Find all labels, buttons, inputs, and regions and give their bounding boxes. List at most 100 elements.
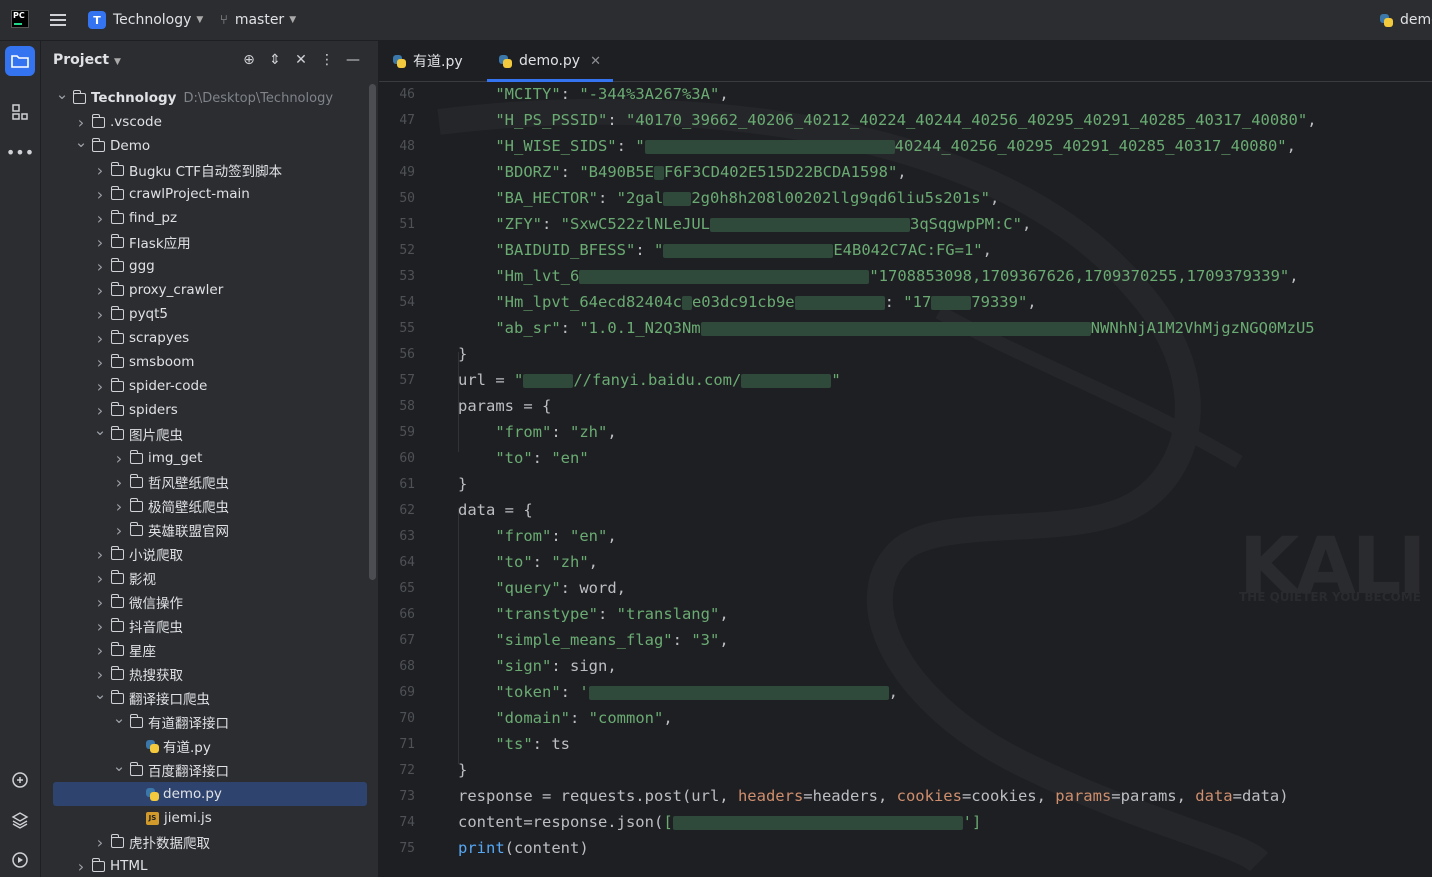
python-packages-icon[interactable] xyxy=(5,805,35,835)
chevron-down-icon[interactable]: ⌄ xyxy=(111,757,127,775)
python-console-icon[interactable] xyxy=(5,765,35,795)
chevron-right-icon[interactable]: › xyxy=(92,545,108,564)
hide-icon[interactable]: — xyxy=(340,52,366,68)
tree-folder-item[interactable]: ⌄ 有道翻译接口 xyxy=(41,709,378,734)
tree-folder-item[interactable]: › 影视 xyxy=(41,566,378,590)
code-line[interactable]: "ab_sr": "1.0.1_N2Q3Nm NWNhNjA1M2VhMjgzNG… xyxy=(458,319,1314,337)
tree-folder-item[interactable]: › ggg xyxy=(41,254,378,278)
chevron-right-icon[interactable]: › xyxy=(111,473,127,492)
chevron-right-icon[interactable]: › xyxy=(92,257,108,276)
chevron-down-icon[interactable]: ⌄ xyxy=(73,133,89,151)
chevron-right-icon[interactable]: › xyxy=(92,569,108,588)
expand-collapse-icon[interactable]: ⇕ xyxy=(262,52,288,68)
tree-folder-item[interactable]: › img_get xyxy=(41,446,378,470)
locate-file-icon[interactable]: ⊕ xyxy=(236,52,262,68)
code-line[interactable]: "Hm_lpvt_64ecd82404c e03dc91cb9e: "17 7933… xyxy=(458,293,1036,311)
code-line[interactable]: "to": "en" xyxy=(458,449,588,467)
tree-file-item[interactable]: demo.py xyxy=(53,782,367,806)
code-line[interactable]: params = { xyxy=(458,397,551,415)
tree-folder-item[interactable]: › 微信操作 xyxy=(41,590,378,614)
tab-demo-py[interactable]: demo.py ✕ xyxy=(487,41,613,82)
options-icon[interactable]: ⋮ xyxy=(314,52,340,68)
code-line[interactable]: "BAIDUID_BFESS": " E4B042C7AC:FG=1", xyxy=(458,241,992,259)
code-line[interactable]: "transtype": "translang", xyxy=(458,605,728,623)
chevron-right-icon[interactable]: › xyxy=(73,113,89,132)
code-line[interactable]: "to": "zh", xyxy=(458,553,598,571)
tree-file-item[interactable]: 有道.py xyxy=(41,734,378,758)
close-tab-icon[interactable]: ✕ xyxy=(590,54,601,69)
tree-folder-item[interactable]: ⌄ Demo xyxy=(41,133,378,158)
tree-folder-item[interactable]: › scrapyes xyxy=(41,326,378,350)
vcs-branch-switcher[interactable]: ⑂ master ▼ xyxy=(220,10,296,30)
code-line[interactable]: data = { xyxy=(458,501,533,519)
code-line[interactable]: "ts": ts xyxy=(458,735,570,753)
chevron-right-icon[interactable]: › xyxy=(92,617,108,636)
code-line[interactable]: "token": ', xyxy=(458,683,898,701)
tree-folder-item[interactable]: › 极简壁纸爬虫 xyxy=(41,494,378,518)
tree-scrollbar[interactable] xyxy=(369,84,376,580)
tree-folder-item[interactable]: › 虎扑数据爬取 xyxy=(41,830,378,854)
run-config-selector[interactable]: demo xyxy=(1380,10,1432,30)
code-line[interactable]: "BA_HECTOR": "2gal 2g0h8h208l00202llg9qd6… xyxy=(458,189,999,207)
chevron-right-icon[interactable]: › xyxy=(111,497,127,516)
code-line[interactable]: "query": word, xyxy=(458,579,626,597)
main-menu-icon[interactable] xyxy=(50,11,68,29)
services-icon[interactable] xyxy=(5,845,35,875)
chevron-right-icon[interactable]: › xyxy=(92,353,108,372)
chevron-right-icon[interactable]: › xyxy=(92,305,108,324)
more-tools-icon[interactable]: ••• xyxy=(5,137,35,167)
tree-folder-item[interactable]: ⌄ 百度翻译接口 xyxy=(41,757,378,782)
tree-folder-item[interactable]: › 哲风壁纸爬虫 xyxy=(41,470,378,494)
code-line[interactable]: "sign": sign, xyxy=(458,657,616,675)
chevron-right-icon[interactable]: › xyxy=(92,185,108,204)
chevron-right-icon[interactable]: › xyxy=(92,329,108,348)
tree-folder-item[interactable]: › smsboom xyxy=(41,350,378,374)
code-line[interactable]: "from": "en", xyxy=(458,527,616,545)
chevron-right-icon[interactable]: › xyxy=(92,833,108,852)
tree-folder-item[interactable]: › 星座 xyxy=(41,638,378,662)
chevron-right-icon[interactable]: › xyxy=(73,857,89,876)
tree-folder-item[interactable]: ⌄ Technology D:\Desktop\Technology xyxy=(41,85,378,110)
code-line[interactable]: } xyxy=(458,761,467,779)
tree-folder-item[interactable]: ⌄ 翻译接口爬虫 xyxy=(41,685,378,710)
tree-folder-item[interactable]: › spider-code xyxy=(41,374,378,398)
chevron-down-icon[interactable]: ⌄ xyxy=(92,421,108,439)
tree-folder-item[interactable]: › 小说爬取 xyxy=(41,542,378,566)
code-line[interactable]: "ZFY": "SxwC522zlNLeJUL 3qSqgwpPM:C", xyxy=(458,215,1031,233)
tree-folder-item[interactable]: › pyqt5 xyxy=(41,302,378,326)
chevron-down-icon[interactable]: ⌄ xyxy=(54,85,70,103)
tree-folder-item[interactable]: ⌄ 图片爬虫 xyxy=(41,421,378,446)
chevron-down-icon[interactable]: ⌄ xyxy=(111,709,127,727)
chevron-right-icon[interactable]: › xyxy=(111,521,127,540)
chevron-down-icon[interactable]: ⌄ xyxy=(92,685,108,703)
chevron-right-icon[interactable]: › xyxy=(92,401,108,420)
tree-folder-item[interactable]: › .vscode xyxy=(41,110,378,134)
chevron-right-icon[interactable]: › xyxy=(92,665,108,684)
code-line[interactable]: "H_WISE_SIDS": " 40244_40256_40295_40291_… xyxy=(458,137,1296,155)
tree-file-item[interactable]: JS jiemi.js xyxy=(41,806,378,830)
chevron-right-icon[interactable]: › xyxy=(92,209,108,228)
tab-youdao-py[interactable]: 有道.py xyxy=(393,41,463,81)
code-line[interactable]: "H_PS_PSSID": "40170_39662_40206_40212_4… xyxy=(458,111,1316,129)
tree-folder-item[interactable]: › proxy_crawler xyxy=(41,278,378,302)
code-line[interactable]: response = requests.post(url, headers=he… xyxy=(458,787,1289,805)
code-editor[interactable]: KALI THE QUIETER YOU BECOME 46 "MCITY": … xyxy=(379,82,1432,877)
project-folder-icon[interactable] xyxy=(5,46,35,76)
code-line[interactable]: content=response.json(['] xyxy=(458,813,981,831)
code-line[interactable]: "from": "zh", xyxy=(458,423,616,441)
chevron-right-icon[interactable]: › xyxy=(92,641,108,660)
code-line[interactable]: print(content) xyxy=(458,839,589,857)
tree-folder-item[interactable]: › find_pz xyxy=(41,206,378,230)
code-line[interactable]: } xyxy=(458,345,467,363)
chevron-right-icon[interactable]: › xyxy=(92,377,108,396)
tree-folder-item[interactable]: › crawlProject-main xyxy=(41,182,378,206)
code-line[interactable]: "BDORZ": "B490B5E F6F3CD402E515D22BCDA159… xyxy=(458,163,906,181)
code-line[interactable]: "domain": "common", xyxy=(458,709,672,727)
project-view-selector[interactable]: Project ▼ xyxy=(53,52,121,68)
close-icon[interactable]: ✕ xyxy=(288,52,314,68)
tree-folder-item[interactable]: › Flask应用 xyxy=(41,230,378,254)
code-line[interactable]: "Hm_lvt_6 "1708853098,1709367626,17093702… xyxy=(458,267,1298,285)
chevron-right-icon[interactable]: › xyxy=(111,449,127,468)
tree-folder-item[interactable]: › 热搜获取 xyxy=(41,662,378,686)
structure-icon[interactable] xyxy=(5,97,35,127)
